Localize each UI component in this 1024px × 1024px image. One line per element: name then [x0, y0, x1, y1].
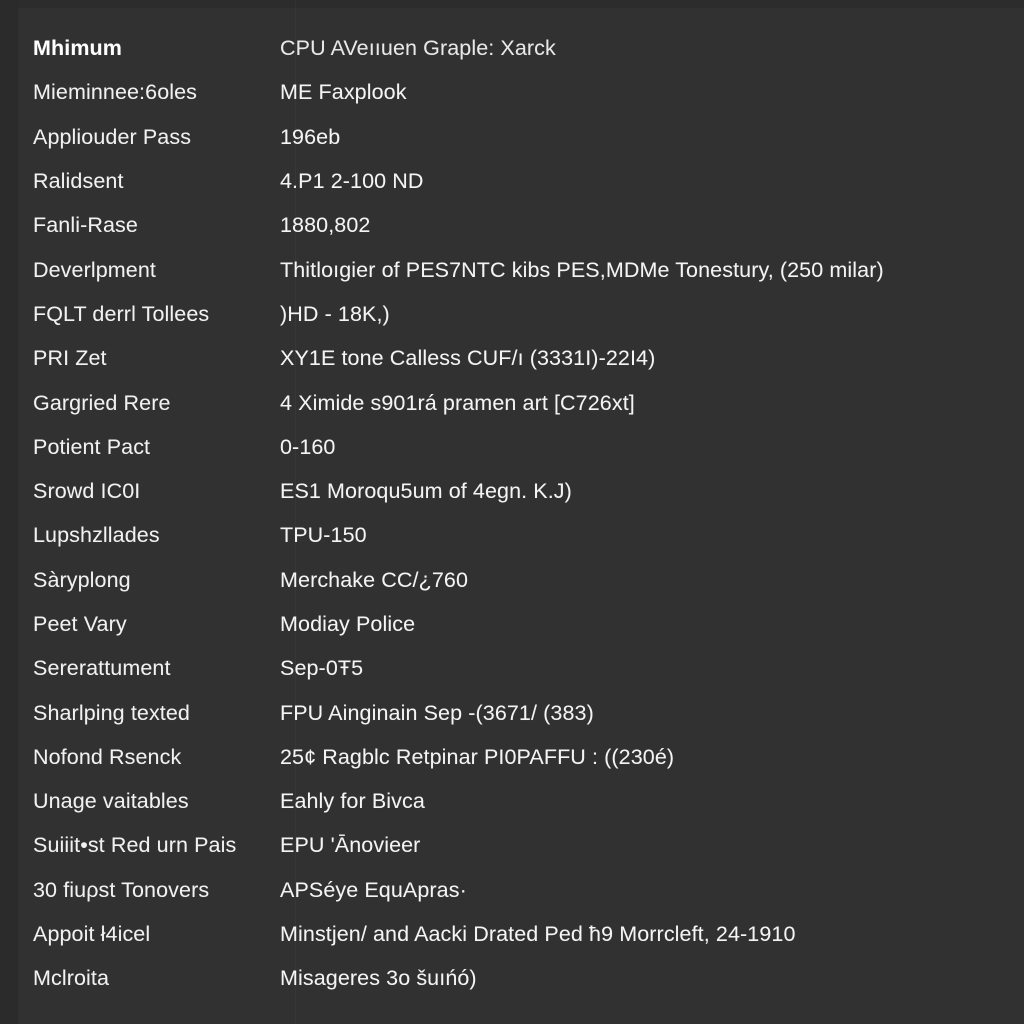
- table-cell-value: 4 Ximide s901rá pramen art [C726xt]: [280, 390, 635, 415]
- table-cell-value: 196eb: [280, 124, 341, 149]
- table-cell-value: Sep-0Ŧ5: [280, 656, 364, 681]
- table-cell-label: Peet Vary: [33, 612, 127, 636]
- table-cell-label: Ralidsent: [33, 169, 124, 194]
- table-cell-value: FPU Ainginain Sep -(3671/ (383): [280, 700, 594, 725]
- table-cell-value: Thitloıgier of PES7NTC kibs PES,MDMe Ton…: [280, 257, 884, 282]
- spec-table-screen: Mhimum CPU AVeııuen Graple: Xarck Mieminne…: [0, 0, 1024, 1024]
- table-cell-label: Deverlpment: [33, 257, 156, 282]
- table-cell-label: Sharlping texted: [33, 700, 190, 725]
- table-row: Gargried Rere 4 Ximide s901rá pramen art …: [0, 380, 1024, 424]
- table-row: Sàryplong Merchake CC/¿760: [0, 558, 1024, 602]
- table-cell-value: XY1E tone Calless CUF/ı (3331I)-22I4): [280, 346, 656, 371]
- table-cell-label: Srowd IC0I: [33, 479, 141, 504]
- table-cell-label: Mclroita: [33, 966, 110, 991]
- table-cell-label: Appoit ł4icel: [33, 922, 151, 947]
- table-row: Mieminnee:6oles ME Faxplook: [0, 70, 1024, 114]
- table-cell-value: Misageres 3o šuıńó): [280, 966, 477, 991]
- table-cell-label: Suiiit•st Red urn Pais: [33, 833, 237, 858]
- table-cell-value: 25¢ Ragblc Retpinar PI0PAFFU : ((230é): [280, 744, 675, 769]
- table-row: Peet Vary Modiay Police: [0, 602, 1024, 646]
- table-header-value: CPU AVeııuen Graple: Xarck: [280, 36, 556, 61]
- table-cell-value: EPU 'Ānovieer: [280, 833, 421, 858]
- table-cell-label: Potient Pact: [33, 434, 151, 459]
- table-cell-label: Lupshzllades: [33, 523, 160, 548]
- table-cell-value: )HD - 18K,): [280, 301, 390, 326]
- table-cell-label: PRI Zet: [33, 346, 107, 371]
- table-cell-value: TPU-150: [280, 523, 367, 548]
- table-cell-label: Unage vaitables: [33, 789, 189, 814]
- table-cell-value: Modiay Police: [280, 612, 416, 636]
- table-row: Sharlping texted FPU Ainginain Sep -(3671…: [0, 690, 1024, 734]
- table-cell-value: 0-160: [280, 434, 336, 459]
- table-row: Potient Pact 0-160: [0, 425, 1024, 469]
- table-cell-label: Mieminnee:6oles: [33, 80, 198, 105]
- table-row: Srowd IC0I ES1 Moroqu5um of 4egn. K.J): [0, 469, 1024, 513]
- table-cell-value: ME Faxplook: [280, 80, 407, 105]
- table-cell-value: Minstjen/ and Aacki Drated Ped ħ9 Morrcl…: [280, 922, 796, 947]
- spec-table: Mhimum CPU AVeııuen Graple: Xarck Mieminne…: [0, 26, 1024, 1001]
- table-header-label: Mhimum: [33, 36, 122, 61]
- table-cell-label: Appliouder Pass: [33, 124, 192, 149]
- table-row: Fanli-Rase 1880,802: [0, 203, 1024, 247]
- table-cell-label: FQLT derrl Tollees: [33, 301, 210, 326]
- table-row: Mclroita Misageres 3o šuıńó): [0, 956, 1024, 1000]
- table-cell-value: Merchake CC/¿760: [280, 567, 469, 592]
- table-row: Nofond Rsenck 25¢ Ragblc Retpinar PI0PAFF…: [0, 735, 1024, 779]
- table-cell-label: Gargried Rere: [33, 390, 171, 415]
- table-row: Deverlpment Thitloıgier of PES7NTC kibs P…: [0, 247, 1024, 291]
- table-row: Lupshzllades TPU-150: [0, 513, 1024, 557]
- table-cell-label: Fanli-Rase: [33, 213, 138, 238]
- table-cell-label: Nofond Rsenck: [33, 744, 182, 769]
- table-row: Mhimum CPU AVeııuen Graple: Xarck: [0, 26, 1024, 70]
- table-row: Sererattument Sep-0Ŧ5: [0, 646, 1024, 690]
- table-cell-value: 1880,802: [280, 213, 371, 238]
- table-cell-value: 4.P1 2-100 ND: [280, 169, 424, 194]
- table-row: Ralidsent 4.P1 2-100 ND: [0, 159, 1024, 203]
- table-row: Appliouder Pass 196eb: [0, 115, 1024, 159]
- table-row: Unage vaitables Eahly for Bivca: [0, 779, 1024, 823]
- table-row: FQLT derrl Tollees )HD - 18K,): [0, 292, 1024, 336]
- table-row: PRI Zet XY1E tone Calless CUF/ı (3331I)-2…: [0, 336, 1024, 380]
- top-edge-shade: [0, 0, 1024, 8]
- table-cell-value: APSéye EquApras·: [280, 877, 467, 902]
- table-cell-value: Eahly for Bivca: [280, 789, 425, 814]
- table-cell-label: Sererattument: [33, 656, 171, 681]
- table-row: Appoit ł4icel Minstjen/ and Aacki Drated …: [0, 912, 1024, 956]
- table-cell-value: ES1 Moroqu5um of 4egn. K.J): [280, 479, 572, 504]
- table-cell-label: 30 fiuρst Tonovers: [33, 877, 210, 902]
- table-row: Suiiit•st Red urn Pais EPU 'Ānovieer: [0, 823, 1024, 867]
- table-cell-label: Sàryplong: [33, 567, 131, 592]
- table-row: 30 fiuρst Tonovers APSéye EquApras·: [0, 868, 1024, 912]
